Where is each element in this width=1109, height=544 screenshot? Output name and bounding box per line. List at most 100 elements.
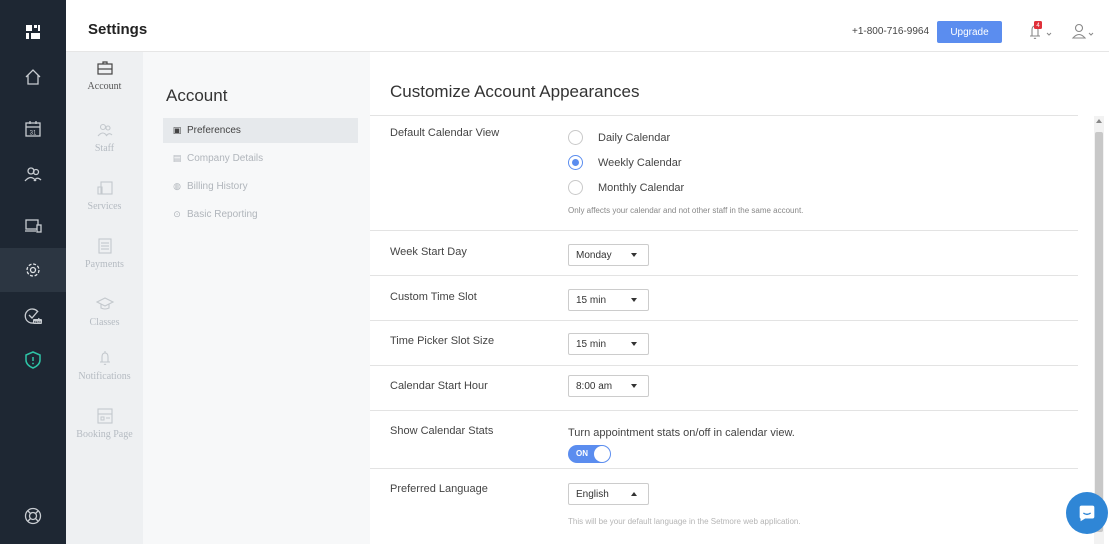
radio-label: Monthly Calendar bbox=[598, 181, 685, 194]
shield-icon[interactable] bbox=[0, 338, 66, 382]
section-classes[interactable]: Classes bbox=[66, 294, 143, 350]
section-label: Account bbox=[87, 81, 122, 92]
sub-nav-title: Account bbox=[166, 86, 228, 105]
scrollbar[interactable] bbox=[1094, 116, 1104, 544]
booking-page-icon bbox=[96, 408, 113, 424]
document-icon: ▤ bbox=[172, 153, 182, 163]
sub-nav-label: Preferences bbox=[187, 125, 241, 136]
radio-monthly-calendar[interactable]: Monthly Calendar bbox=[568, 180, 684, 195]
calendar-stats-description: Turn appointment stats on/off in calenda… bbox=[568, 427, 795, 439]
gear-icon[interactable] bbox=[0, 248, 66, 292]
calendar-icon[interactable]: 31 bbox=[0, 107, 66, 151]
divider bbox=[370, 115, 1078, 116]
section-account[interactable]: Account bbox=[66, 58, 143, 114]
toggle-knob bbox=[594, 446, 610, 462]
radio-label: Weekly Calendar bbox=[598, 156, 682, 169]
caret-down-icon bbox=[631, 342, 637, 346]
main-title: Customize Account Appearances bbox=[390, 82, 640, 101]
billing-icon: ◍ bbox=[173, 181, 181, 191]
users-icon[interactable] bbox=[0, 152, 66, 196]
notifications-bell[interactable]: 4 bbox=[1026, 20, 1054, 42]
radio-button[interactable] bbox=[568, 180, 583, 195]
classes-icon bbox=[95, 297, 114, 310]
divider bbox=[370, 365, 1078, 366]
services-icon bbox=[96, 181, 113, 195]
custom-time-slot-label: Custom Time Slot bbox=[390, 291, 477, 303]
sub-nav-basic-reporting[interactable]: ⊙ Basic Reporting bbox=[163, 202, 358, 227]
section-label: Services bbox=[87, 201, 122, 212]
select-value: Monday bbox=[576, 249, 612, 261]
scroll-up-arrow-icon[interactable] bbox=[1096, 119, 1102, 123]
divider bbox=[370, 230, 1078, 231]
week-start-label: Week Start Day bbox=[390, 246, 467, 258]
section-booking-page[interactable]: Booking Page bbox=[66, 406, 143, 462]
section-label: Payments bbox=[85, 259, 124, 270]
preferred-language-select[interactable]: English bbox=[568, 483, 649, 505]
calendar-stats-toggle[interactable]: ON bbox=[568, 445, 611, 463]
chat-widget-button[interactable] bbox=[1066, 492, 1108, 534]
time-picker-slot-label: Time Picker Slot Size bbox=[390, 335, 495, 347]
user-menu[interactable] bbox=[1070, 22, 1104, 42]
divider bbox=[370, 468, 1078, 469]
account-sub-nav: Account ▣ Preferences ▤ Company Details … bbox=[143, 52, 370, 544]
bell-icon bbox=[99, 351, 110, 365]
image-icon: ▣ bbox=[172, 125, 182, 135]
custom-time-slot-select[interactable]: 15 min bbox=[568, 289, 649, 311]
beta-badge: BETA bbox=[34, 320, 42, 324]
section-staff[interactable]: Staff bbox=[66, 120, 143, 176]
calendar-day-label: 31 bbox=[30, 131, 37, 137]
preferred-language-label: Preferred Language bbox=[390, 483, 488, 495]
badge-check-icon[interactable]: BETA bbox=[0, 294, 66, 338]
sub-nav-billing-history[interactable]: ◍ Billing History bbox=[163, 174, 358, 199]
select-value: 8:00 am bbox=[576, 380, 613, 392]
caret-down-icon bbox=[631, 384, 637, 388]
sub-nav-preferences[interactable]: ▣ Preferences bbox=[163, 118, 358, 143]
sub-nav-company-details[interactable]: ▤ Company Details bbox=[163, 146, 358, 171]
logo-icon[interactable] bbox=[0, 10, 66, 54]
settings-section-nav: Account Staff Services Payments Classes … bbox=[66, 52, 143, 544]
default-calendar-view-label: Default Calendar View bbox=[390, 127, 500, 139]
select-value: English bbox=[576, 488, 609, 500]
support-phone[interactable]: +1-800-716-9964 bbox=[852, 26, 929, 37]
show-calendar-stats-label: Show Calendar Stats bbox=[390, 425, 494, 437]
divider bbox=[370, 410, 1078, 411]
caret-down-icon bbox=[631, 298, 637, 302]
help-circle-icon[interactable] bbox=[0, 494, 66, 538]
section-notifications[interactable]: Notifications bbox=[66, 348, 143, 404]
briefcase-icon bbox=[96, 61, 113, 75]
time-picker-slot-select[interactable]: 15 min bbox=[568, 333, 649, 355]
select-value: 15 min bbox=[576, 338, 607, 350]
radio-label: Daily Calendar bbox=[598, 131, 671, 144]
section-label: Staff bbox=[94, 143, 115, 154]
radio-button[interactable] bbox=[568, 130, 583, 145]
main-content: Customize Account Appearances Default Ca… bbox=[370, 52, 1109, 544]
sub-nav-label: Company Details bbox=[187, 153, 264, 164]
language-helper: This will be your default language in th… bbox=[568, 517, 801, 526]
chat-icon bbox=[1079, 505, 1095, 522]
app-rail: 31 BETA bbox=[0, 0, 66, 544]
upgrade-button[interactable]: Upgrade bbox=[937, 21, 1002, 43]
chevron-down-icon bbox=[1088, 32, 1094, 36]
calendar-start-hour-select[interactable]: 8:00 am bbox=[568, 375, 649, 397]
home-icon[interactable] bbox=[0, 55, 66, 99]
top-header: Settings +1-800-716-9964 Upgrade 4 bbox=[66, 0, 1109, 52]
payments-icon bbox=[97, 238, 112, 254]
select-value: 15 min bbox=[576, 294, 607, 306]
section-services[interactable]: Services bbox=[66, 178, 143, 234]
page-title: Settings bbox=[88, 21, 148, 38]
user-icon bbox=[1071, 23, 1087, 39]
section-payments[interactable]: Payments bbox=[66, 236, 143, 292]
devices-icon[interactable] bbox=[0, 204, 66, 248]
calendar-start-hour-label: Calendar Start Hour bbox=[390, 380, 488, 392]
radio-daily-calendar[interactable]: Daily Calendar bbox=[568, 130, 670, 145]
divider bbox=[370, 320, 1078, 321]
calendar-view-helper: Only affects your calendar and not other… bbox=[568, 206, 804, 215]
radio-weekly-calendar[interactable]: Weekly Calendar bbox=[568, 155, 682, 170]
reporting-icon: ⊙ bbox=[173, 209, 181, 219]
chevron-down-icon bbox=[1046, 32, 1052, 36]
week-start-select[interactable]: Monday bbox=[568, 244, 649, 266]
scroll-thumb[interactable] bbox=[1095, 132, 1103, 532]
section-label: Notifications bbox=[78, 371, 131, 382]
caret-up-icon bbox=[631, 492, 637, 496]
radio-button-checked[interactable] bbox=[568, 155, 583, 170]
